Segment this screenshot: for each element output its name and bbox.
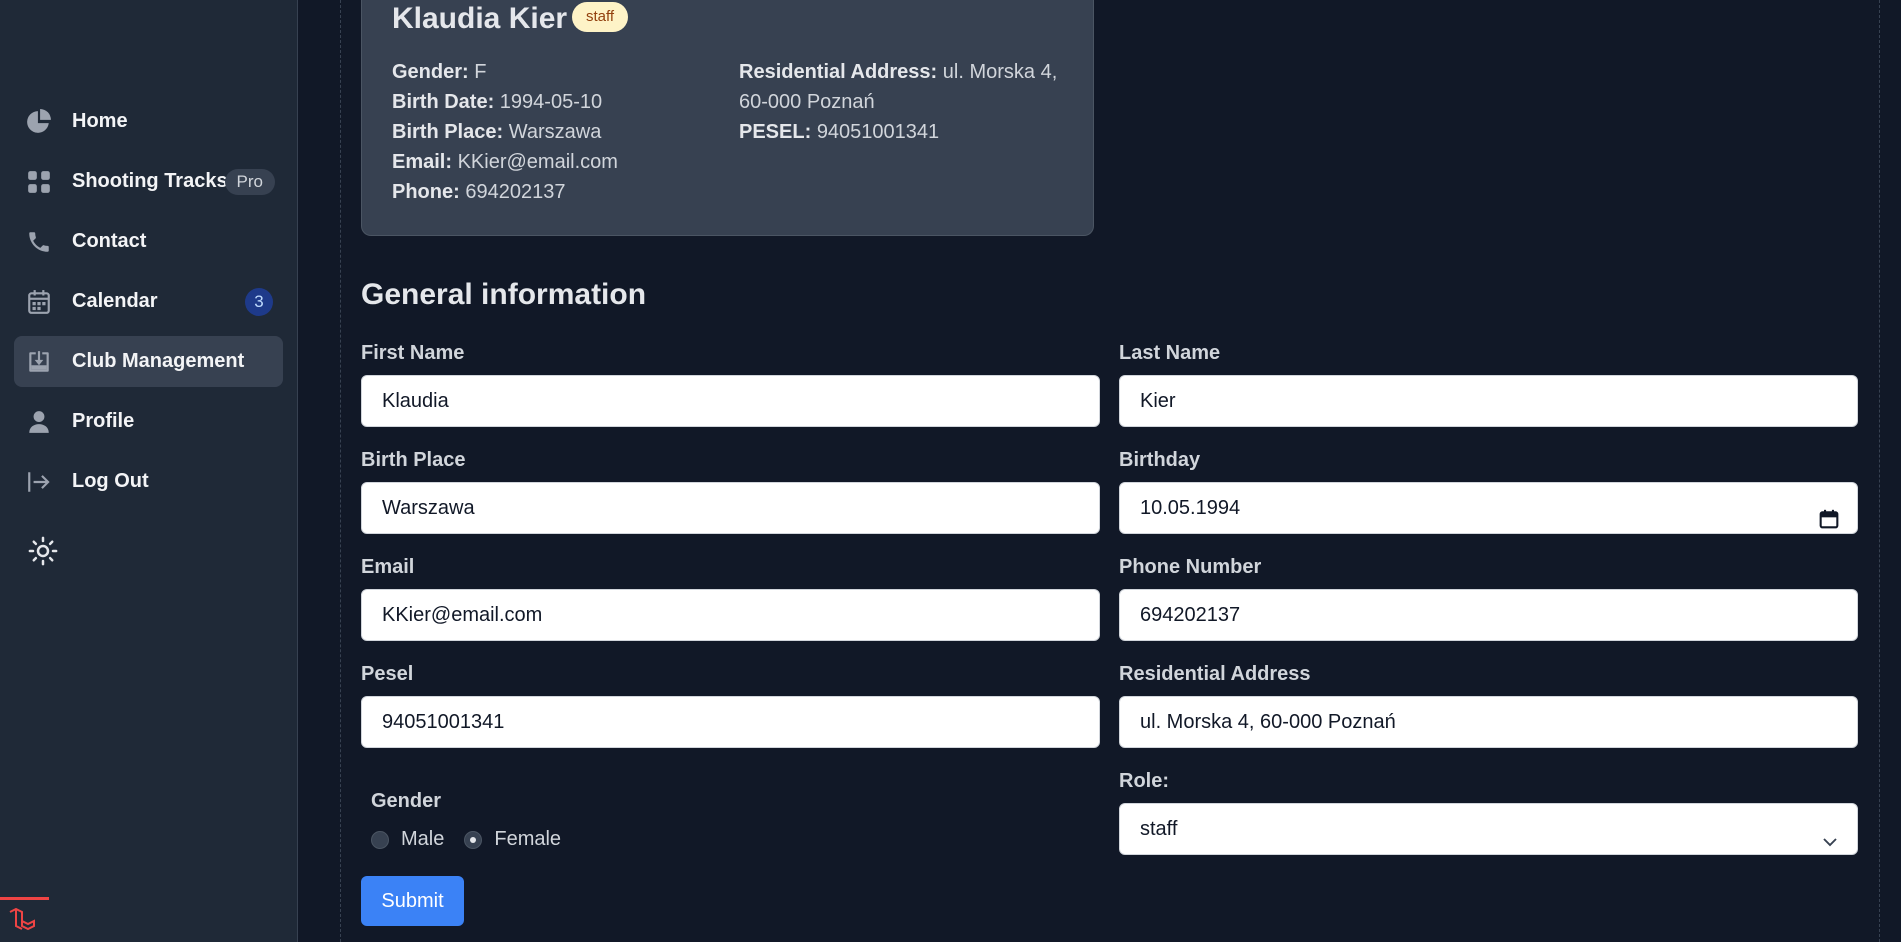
sidebar: Home Shooting Tracks Pro Contact Calenda… — [0, 0, 298, 942]
last-name-group: Last Name Kier — [1119, 342, 1858, 427]
role-badge: staff — [572, 2, 629, 32]
chevron-down-icon — [1821, 820, 1839, 870]
address-value-line2: 60-000 Poznań — [739, 91, 875, 113]
sidebar-item-label: Log Out — [72, 470, 149, 492]
gender-radio-group: Male Female — [371, 828, 581, 851]
phone-label: Phone: — [392, 181, 460, 203]
sidebar-item-log-out[interactable]: Log Out — [14, 456, 283, 507]
email-label: Email: — [392, 151, 453, 173]
email-value: KKier@email.com — [457, 151, 618, 173]
sidebar-item-label: Calendar — [72, 290, 158, 312]
email-group: Email KKier@email.com — [361, 556, 1100, 641]
birth-place-group: Birth Place Warszawa — [361, 449, 1100, 534]
address-label: Residential Address: — [739, 61, 938, 83]
profile-card: Klaudia Kier staff Gender: F Birth Date:… — [361, 0, 1094, 236]
grid-icon — [26, 169, 52, 195]
sidebar-item-label: Contact — [72, 230, 147, 252]
first-name-input[interactable]: Klaudia — [361, 375, 1100, 427]
birth-place-input[interactable]: Warszawa — [361, 482, 1100, 534]
gender-male-label[interactable]: Male — [401, 828, 444, 851]
role-value: staff — [1140, 818, 1178, 840]
gender-value: F — [474, 61, 487, 83]
profile-name: Klaudia Kier — [392, 2, 568, 35]
role-select[interactable]: staff — [1119, 803, 1858, 855]
gender-label: Gender — [371, 790, 442, 812]
sidebar-item-label: Shooting Tracks — [72, 170, 228, 192]
pesel-group: Pesel 94051001341 — [361, 663, 1100, 748]
role-group: Role: staff — [1119, 770, 1858, 855]
phone-label: Phone Number — [1119, 556, 1262, 578]
sidebar-item-club-management[interactable]: Club Management — [14, 336, 283, 387]
sidebar-item-profile[interactable]: Profile — [14, 396, 283, 447]
calendar-icon — [26, 289, 52, 315]
birth-place-label: Birth Place: — [392, 121, 504, 143]
debugbar-indicator — [0, 897, 49, 900]
phone-value: 694202137 — [465, 181, 566, 203]
address-group: Residential Address ul. Morska 4, 60-000… — [1119, 663, 1858, 748]
pesel-input[interactable]: 94051001341 — [361, 696, 1100, 748]
section-title: General information — [361, 278, 647, 311]
profile-details-right: Residential Address: ul. Morska 4, 60-00… — [739, 57, 1057, 147]
last-name-label: Last Name — [1119, 342, 1221, 364]
last-name-input[interactable]: Kier — [1119, 375, 1858, 427]
role-label: Role: — [1119, 770, 1169, 792]
logout-icon — [26, 469, 52, 495]
birth-place-label: Birth Place — [361, 449, 466, 471]
sidebar-item-calendar[interactable]: Calendar 3 — [14, 276, 283, 327]
address-input[interactable]: ul. Morska 4, 60-000 Poznań — [1119, 696, 1858, 748]
email-label: Email — [361, 556, 415, 578]
profile-details-left: Gender: F Birth Date: 1994-05-10 Birth P… — [392, 57, 618, 207]
sidebar-item-label: Home — [72, 110, 128, 132]
first-name-group: First Name Klaudia — [361, 342, 1100, 427]
user-icon — [26, 409, 52, 435]
sidebar-nav: Home Shooting Tracks Pro Contact Calenda… — [14, 96, 283, 516]
birthday-label: Birthday — [1119, 449, 1201, 471]
sidebar-item-contact[interactable]: Contact — [14, 216, 283, 267]
sun-icon[interactable] — [28, 536, 58, 571]
sidebar-item-label: Club Management — [72, 350, 245, 372]
gender-label: Gender: — [392, 61, 469, 83]
gender-female-radio[interactable] — [464, 830, 483, 849]
inbox-download-icon — [26, 349, 52, 375]
pesel-value: 94051001341 — [816, 121, 940, 143]
birthday-value: 10.05.1994 — [1140, 497, 1241, 519]
birth-date-label: Birth Date: — [392, 91, 495, 113]
calendar-count-badge: 3 — [245, 288, 273, 316]
calendar-picker-icon[interactable] — [1819, 498, 1839, 548]
first-name-label: First Name — [361, 342, 465, 364]
pesel-label: PESEL: — [739, 121, 812, 143]
birthday-input[interactable]: 10.05.1994 — [1119, 482, 1858, 534]
birth-place-value: Warszawa — [508, 121, 602, 143]
phone-icon — [26, 229, 52, 255]
gender-female-label[interactable]: Female — [494, 828, 561, 851]
phone-group: Phone Number 694202137 — [1119, 556, 1858, 641]
pro-badge: Pro — [224, 169, 275, 195]
sidebar-item-shooting-tracks[interactable]: Shooting Tracks Pro — [14, 156, 283, 207]
address-value-line1: ul. Morska 4, — [942, 61, 1058, 83]
pie-chart-icon — [26, 108, 52, 135]
gender-male-radio[interactable] — [371, 830, 389, 849]
birthday-group: Birthday 10.05.1994 — [1119, 449, 1858, 534]
birth-date-value: 1994-05-10 — [499, 91, 603, 113]
phone-input[interactable]: 694202137 — [1119, 589, 1858, 641]
laravel-icon[interactable] — [8, 907, 38, 939]
sidebar-item-home[interactable]: Home — [14, 96, 283, 147]
address-label: Residential Address — [1119, 663, 1311, 685]
pesel-label: Pesel — [361, 663, 414, 685]
email-input[interactable]: KKier@email.com — [361, 589, 1100, 641]
sidebar-item-label: Profile — [72, 410, 135, 432]
submit-button[interactable]: Submit — [361, 876, 464, 926]
